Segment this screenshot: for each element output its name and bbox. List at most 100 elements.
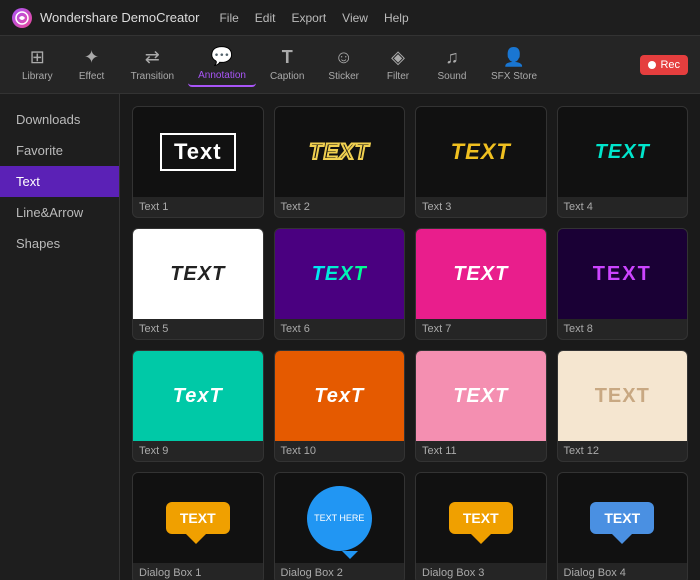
text2-preview-text: TEXT: [309, 139, 369, 165]
sidebar-item-favorite[interactable]: Favorite: [0, 135, 119, 166]
card-db3[interactable]: TEXT Dialog Box 3: [415, 472, 547, 580]
rec-label: Rec: [660, 59, 680, 71]
card-text1[interactable]: Text Text 1: [132, 106, 264, 218]
db3-bubble: TEXT: [449, 502, 513, 534]
toolbar-transition-label: Transition: [131, 71, 175, 82]
text11-preview-text: TEXT: [453, 385, 508, 408]
card-text9[interactable]: TexT Text 9: [132, 350, 264, 462]
menu-view[interactable]: View: [342, 11, 368, 25]
menu-file[interactable]: File: [219, 11, 238, 25]
content-area: Text Text 1 TEXT Text 2 TEXT Text 3: [120, 94, 700, 580]
label-text9: Text 9: [133, 441, 263, 461]
toolbar-library-label: Library: [22, 71, 53, 82]
menu-export[interactable]: Export: [291, 11, 326, 25]
text9-preview-text: TexT: [173, 385, 223, 408]
preview-text7: TEXT: [416, 229, 546, 319]
text1-preview-text: Text: [160, 133, 236, 171]
preview-db3: TEXT: [416, 473, 546, 563]
preview-text8: TEXT: [558, 229, 688, 319]
toolbar-sfxstore-label: SFX Store: [491, 71, 537, 82]
toolbar-sound[interactable]: ♫ Sound: [427, 43, 477, 86]
text5-preview-text: TEXT: [170, 263, 225, 286]
toolbar-filter-label: Filter: [387, 71, 409, 82]
toolbar-filter[interactable]: ◈ Filter: [373, 43, 423, 86]
text8-preview-text: TEXT: [593, 263, 652, 286]
menu-edit[interactable]: Edit: [255, 11, 276, 25]
text10-preview-text: TexT: [314, 385, 364, 408]
sidebar-item-linearrow[interactable]: Line&Arrow: [0, 197, 119, 228]
preview-text12: TEXT: [558, 351, 688, 441]
app-logo: [12, 8, 32, 28]
label-db3: Dialog Box 3: [416, 563, 546, 580]
card-text8[interactable]: TEXT Text 8: [557, 228, 689, 340]
toolbar-effect[interactable]: ✦ Effect: [67, 43, 117, 86]
toolbar-sticker[interactable]: ☺ Sticker: [318, 43, 369, 86]
app-name: Wondershare DemoCreator: [40, 10, 199, 25]
sticker-icon: ☺: [335, 47, 353, 68]
db2-bubble: TEXT HERE: [307, 486, 372, 551]
card-text10[interactable]: TexT Text 10: [274, 350, 406, 462]
toolbar-caption[interactable]: T Caption: [260, 43, 314, 86]
card-text6[interactable]: TEXT Text 6: [274, 228, 406, 340]
label-text10: Text 10: [275, 441, 405, 461]
card-text4[interactable]: TEXT Text 4: [557, 106, 689, 218]
toolbar-sound-label: Sound: [438, 71, 467, 82]
preview-text11: TEXT: [416, 351, 546, 441]
preview-db2: TEXT HERE: [275, 473, 405, 563]
preview-text1: Text: [133, 107, 263, 197]
db1-bubble: TEXT: [166, 502, 230, 534]
label-db2: Dialog Box 2: [275, 563, 405, 580]
menu-bar: File Edit Export View Help: [219, 11, 408, 25]
preview-text2: TEXT: [275, 107, 405, 197]
label-text3: Text 3: [416, 197, 546, 217]
label-text4: Text 4: [558, 197, 688, 217]
label-text2: Text 2: [275, 197, 405, 217]
toolbar-annotation-label: Annotation: [198, 70, 246, 81]
preview-text4: TEXT: [558, 107, 688, 197]
caption-icon: T: [282, 47, 293, 68]
sidebar-item-text[interactable]: Text: [0, 166, 119, 197]
card-db1[interactable]: TEXT Dialog Box 1: [132, 472, 264, 580]
rec-dot: [648, 61, 656, 69]
transition-icon: ⇄: [145, 47, 160, 68]
label-text5: Text 5: [133, 319, 263, 339]
card-text11[interactable]: TEXT Text 11: [415, 350, 547, 462]
toolbar-library[interactable]: ⊞ Library: [12, 43, 63, 86]
card-text7[interactable]: TEXT Text 7: [415, 228, 547, 340]
text6-preview-text: TEXT: [312, 263, 367, 286]
sidebar: Downloads Favorite Text Line&Arrow Shape…: [0, 94, 120, 580]
text4-preview-text: TEXT: [595, 141, 650, 164]
label-text12: Text 12: [558, 441, 688, 461]
preview-db4: TEXT: [558, 473, 688, 563]
preview-text10: TexT: [275, 351, 405, 441]
preview-text6: TEXT: [275, 229, 405, 319]
card-db4[interactable]: TEXT Dialog Box 4: [557, 472, 689, 580]
main-area: Downloads Favorite Text Line&Arrow Shape…: [0, 94, 700, 580]
toolbar-effect-label: Effect: [79, 71, 104, 82]
card-text12[interactable]: TEXT Text 12: [557, 350, 689, 462]
title-bar: Wondershare DemoCreator File Edit Export…: [0, 0, 700, 36]
sfxstore-icon: 👤: [503, 47, 525, 68]
label-text7: Text 7: [416, 319, 546, 339]
db4-bubble: TEXT: [590, 502, 654, 534]
card-text3[interactable]: TEXT Text 3: [415, 106, 547, 218]
text12-preview-text: TEXT: [595, 385, 650, 408]
record-button[interactable]: Rec: [640, 55, 688, 75]
toolbar-caption-label: Caption: [270, 71, 304, 82]
sidebar-item-downloads[interactable]: Downloads: [0, 104, 119, 135]
library-icon: ⊞: [30, 47, 45, 68]
preview-text5: TEXT: [133, 229, 263, 319]
toolbar-sfxstore[interactable]: 👤 SFX Store: [481, 43, 547, 86]
card-text5[interactable]: TEXT Text 5: [132, 228, 264, 340]
sidebar-item-shapes[interactable]: Shapes: [0, 228, 119, 259]
card-text2[interactable]: TEXT Text 2: [274, 106, 406, 218]
preview-text3: TEXT: [416, 107, 546, 197]
label-db1: Dialog Box 1: [133, 563, 263, 580]
menu-help[interactable]: Help: [384, 11, 409, 25]
toolbar-transition[interactable]: ⇄ Transition: [121, 43, 185, 86]
preview-db1: TEXT: [133, 473, 263, 563]
toolbar-annotation[interactable]: 💬 Annotation: [188, 42, 256, 87]
label-text1: Text 1: [133, 197, 263, 217]
card-db2[interactable]: TEXT HERE Dialog Box 2: [274, 472, 406, 580]
toolbar-sticker-label: Sticker: [328, 71, 359, 82]
